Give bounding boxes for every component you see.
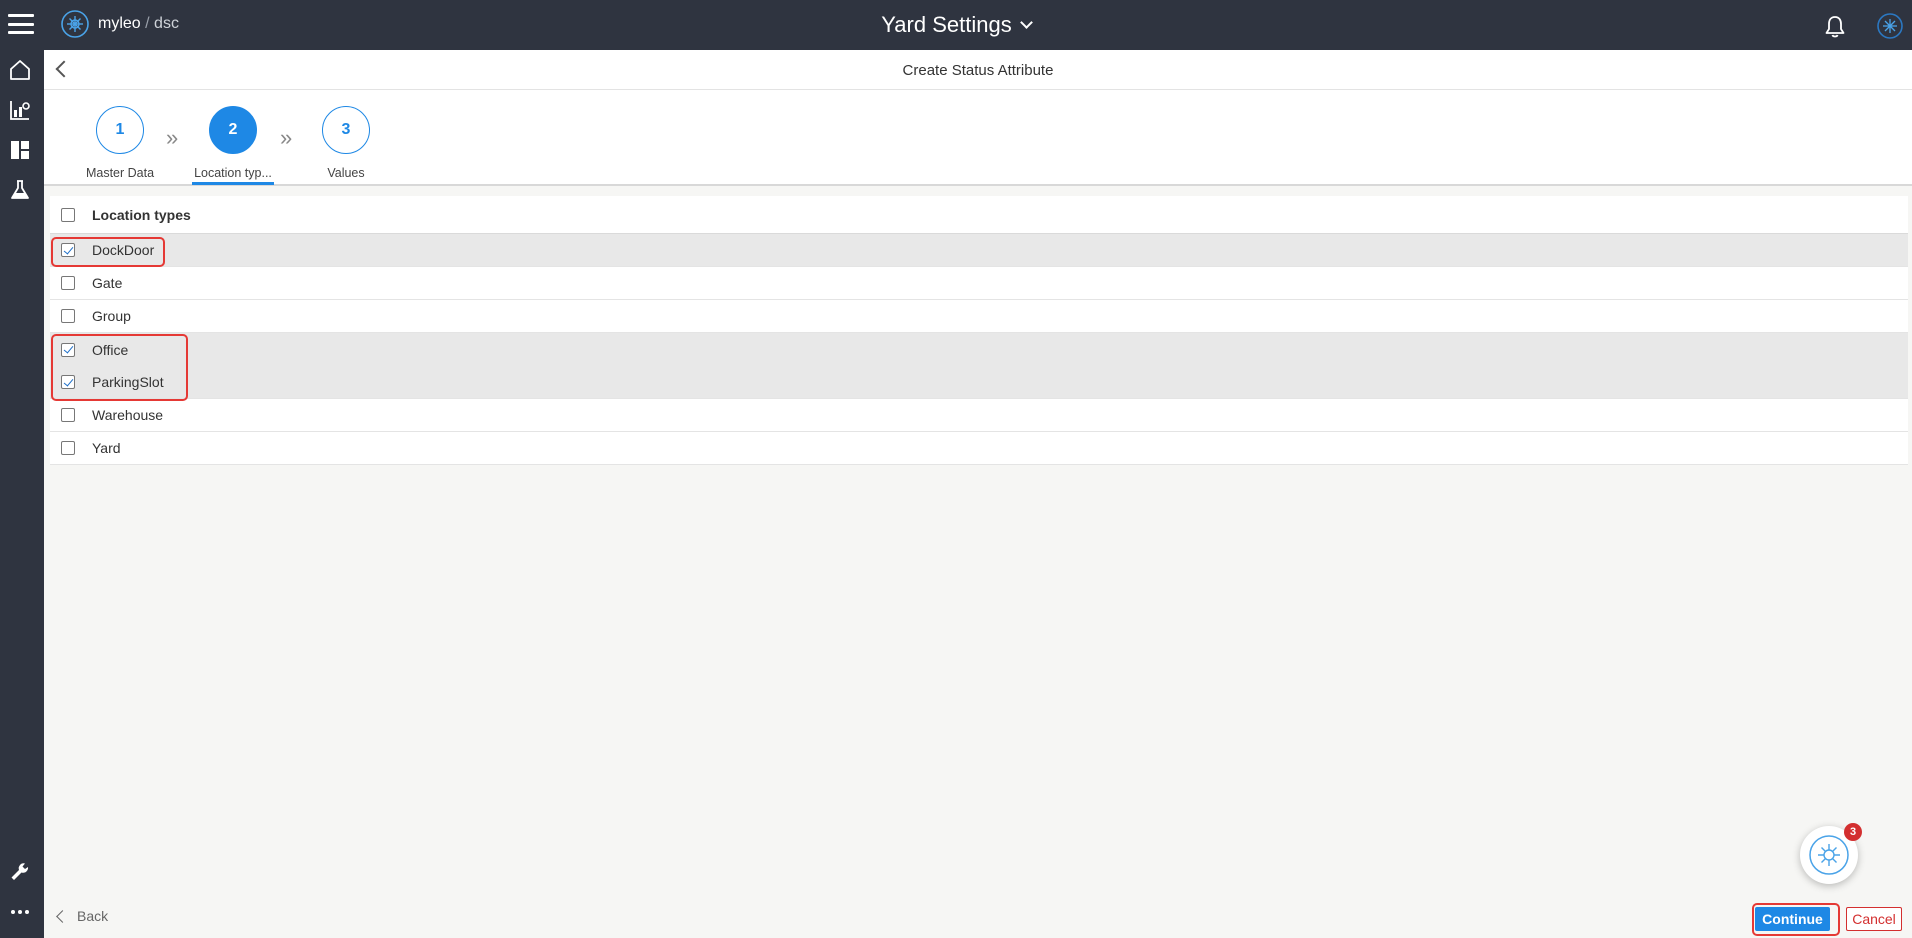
wrench-icon[interactable] — [8, 860, 32, 884]
home-icon[interactable] — [8, 58, 32, 82]
double-chevron-right-icon: » — [280, 125, 293, 150]
table-row[interactable]: Group — [50, 300, 1908, 333]
notification-count-badge: 3 — [1844, 823, 1862, 841]
select-all-checkbox[interactable] — [61, 207, 75, 222]
wizard-stepper: 1 Master Data » 2 Location typ... » 3 Va… — [44, 90, 1912, 186]
left-nav — [0, 50, 44, 938]
app-title: Yard Settings — [881, 12, 1012, 37]
step-label: Values — [327, 166, 365, 180]
step-number: 2 — [209, 106, 257, 154]
analytics-icon[interactable] — [8, 98, 32, 122]
step-values[interactable]: 3 Values — [296, 106, 396, 180]
row-checkbox[interactable] — [61, 342, 75, 357]
lab-flask-icon[interactable] — [8, 178, 32, 202]
row-label: DockDoor — [92, 242, 155, 258]
step-location-types[interactable]: 2 Location typ... — [183, 106, 283, 180]
table-header-row: Location types — [50, 196, 1908, 234]
step-label: Location typ... — [194, 166, 272, 180]
notification-bell-icon[interactable] — [1822, 14, 1848, 40]
step-number: 1 — [96, 106, 144, 154]
sub-header: Create Status Attribute — [44, 50, 1912, 90]
row-checkbox[interactable] — [61, 408, 75, 422]
top-bar: myleo / dsc Yard Settings — [0, 0, 1912, 50]
active-step-indicator — [192, 182, 274, 185]
table-row[interactable]: Gate — [50, 267, 1908, 300]
row-checkbox[interactable] — [61, 375, 75, 389]
chevron-down-icon — [1019, 16, 1033, 29]
continue-button[interactable]: Continue — [1755, 907, 1830, 931]
dashboard-icon[interactable] — [8, 138, 32, 162]
row-label: Yard — [92, 440, 121, 456]
more-icon[interactable] — [8, 900, 32, 924]
row-checkbox[interactable] — [61, 276, 75, 290]
step-master-data[interactable]: 1 Master Data — [70, 106, 170, 180]
table-row[interactable]: Yard — [50, 432, 1908, 465]
back-label: Back — [77, 908, 109, 924]
row-checkbox[interactable] — [61, 441, 75, 455]
chevron-left-icon — [56, 909, 69, 923]
row-label: Office — [92, 341, 129, 358]
table-row[interactable]: Warehouse — [50, 399, 1908, 432]
step-number: 3 — [322, 106, 370, 154]
double-chevron-right-icon: » — [166, 125, 179, 150]
app-title-dropdown[interactable]: Yard Settings — [0, 12, 1912, 38]
cancel-button[interactable]: Cancel — [1846, 907, 1902, 931]
footer-back-button[interactable]: Back — [56, 908, 109, 924]
page-title: Create Status Attribute — [902, 62, 1054, 79]
row-label: Group — [92, 308, 131, 324]
row-label: Warehouse — [92, 407, 164, 423]
row-checkbox[interactable] — [61, 309, 75, 323]
table-row[interactable]: ParkingSlot — [50, 366, 1908, 399]
table-row[interactable]: Office — [50, 333, 1908, 366]
row-label: ParkingSlot — [92, 374, 164, 390]
table-row[interactable]: DockDoor — [50, 234, 1908, 267]
user-avatar-icon[interactable] — [1876, 12, 1904, 40]
step-label: Master Data — [85, 166, 155, 180]
column-header: Location types — [92, 206, 191, 223]
row-label: Gate — [92, 275, 123, 291]
row-checkbox[interactable] — [61, 243, 75, 257]
location-types-table: Location types DockDoor Gate Group Offic… — [50, 196, 1908, 465]
